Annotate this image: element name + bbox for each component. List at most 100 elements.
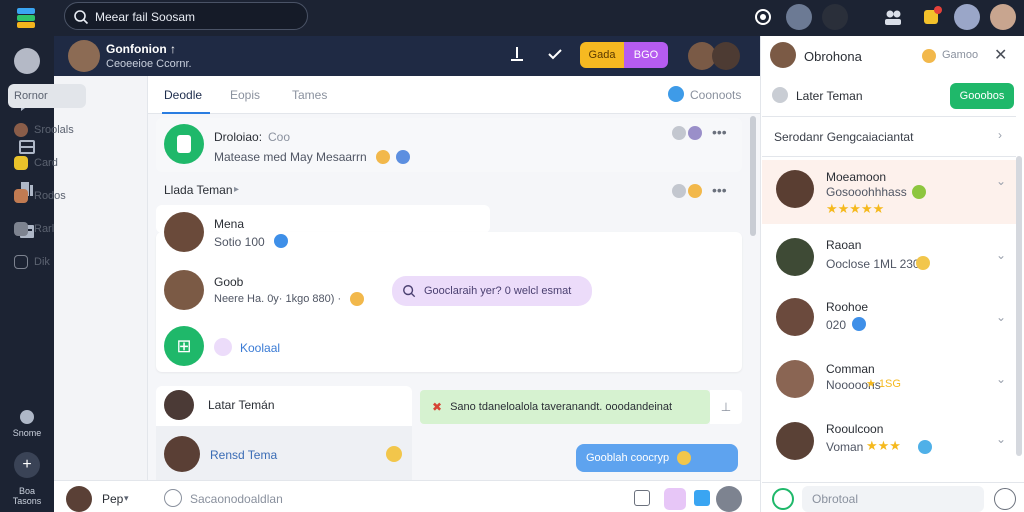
download-icon[interactable]	[508, 44, 526, 64]
avatar[interactable]	[786, 4, 812, 30]
avatar[interactable]	[164, 436, 200, 472]
main-scrollbar[interactable]	[750, 116, 756, 236]
chevron-down-icon[interactable]: ⌄	[996, 372, 1006, 386]
person-avatar[interactable]	[776, 238, 814, 276]
add-icon[interactable]: +	[14, 452, 40, 478]
panel-input[interactable]: Obrotoal	[802, 486, 984, 512]
panel-section[interactable]: Serodanr Gengcaiaciantat	[774, 130, 913, 144]
chevron-down-icon[interactable]: ⌄	[996, 432, 1006, 446]
person-avatar[interactable]	[776, 170, 814, 208]
contact-avatar[interactable]	[164, 212, 204, 252]
close-icon[interactable]: ✕	[994, 45, 1007, 65]
sticker-icon[interactable]	[664, 488, 686, 510]
contact-link[interactable]: Koolaal	[240, 341, 280, 355]
person-detail: Ooclose 1ML 230	[826, 257, 920, 271]
nav-item-rodos[interactable]: Rodos	[8, 184, 86, 208]
banner-text: Sano tdaneloalola taveranandt. ooodandei…	[450, 401, 673, 413]
nav-label: Rodos	[34, 190, 66, 202]
mention-icon[interactable]	[164, 489, 182, 507]
rail-label-home: Snome	[12, 428, 42, 438]
person-detail: Voman	[826, 440, 864, 454]
status-badge-orange[interactable]: Gada	[580, 42, 624, 68]
tab-eopis[interactable]: Eopis	[230, 88, 260, 102]
record-icon[interactable]	[750, 4, 776, 30]
tab-tames[interactable]: Tames	[292, 88, 327, 102]
panel-link[interactable]: Gamoo	[942, 49, 978, 61]
app-logo[interactable]	[14, 6, 40, 30]
more-icon[interactable]: •••	[712, 182, 727, 198]
check-icon[interactable]	[546, 44, 564, 64]
person-avatar[interactable]	[776, 422, 814, 460]
profile-avatar[interactable]	[14, 48, 40, 74]
thread-name-extra: Coo	[268, 130, 291, 144]
image-icon[interactable]	[634, 490, 650, 506]
contact-avatar[interactable]	[164, 270, 204, 310]
notification-icon[interactable]	[918, 4, 944, 30]
panel-avatar[interactable]	[770, 42, 796, 68]
contacts-link[interactable]: Coonoots	[690, 88, 741, 102]
nav-label: Rornor	[14, 90, 48, 102]
more-icon[interactable]: •••	[712, 124, 727, 140]
contact-detail: Sotio 100	[214, 235, 265, 249]
user-avatar[interactable]	[66, 486, 92, 512]
chevron-down-icon[interactable]: ⌄	[996, 310, 1006, 324]
message-banner[interactable]: ✖ Sano tdaneloalola taveranandt. ooodand…	[420, 390, 710, 424]
nav-item-rornor[interactable]: Rornor	[8, 84, 86, 108]
chevron-down-icon[interactable]: ⌄	[996, 248, 1006, 262]
emoji-picker-icon[interactable]	[772, 488, 794, 510]
back-icon[interactable]	[772, 87, 788, 103]
reaction-icon[interactable]	[688, 184, 702, 198]
emoji-icon	[677, 451, 692, 465]
green-action-button[interactable]: Gooobos	[950, 83, 1014, 109]
contact-detail: Neere Ha. 0y· 1kgo 880) ·	[214, 293, 342, 305]
panel-scrollbar[interactable]	[1016, 156, 1022, 456]
rating-stars: ★ 1SG	[866, 378, 901, 390]
nav-item-sroolals[interactable]: Sroolals	[8, 118, 86, 142]
composer-bar	[54, 480, 760, 512]
composer-user[interactable]: Pep	[102, 492, 123, 506]
nav-item-card[interactable]: Card	[8, 151, 86, 175]
pin-icon[interactable]: ⊥	[710, 390, 742, 424]
composer-input[interactable]: Sacaonodoaldlan	[190, 492, 283, 506]
mic-icon[interactable]	[716, 486, 742, 512]
divider	[762, 482, 1024, 483]
chevron-down-icon[interactable]: ⌄	[996, 174, 1006, 188]
avatar[interactable]	[822, 4, 848, 30]
verified-icon	[852, 317, 866, 331]
person-avatar[interactable]	[776, 360, 814, 398]
group-avatar[interactable]	[164, 124, 204, 164]
video-icon[interactable]	[694, 490, 710, 506]
emoji-icon	[376, 150, 390, 164]
later-label: Later Teman	[796, 89, 863, 103]
contacts-icon	[668, 86, 684, 102]
later-row-label[interactable]: Rensd Tema	[210, 448, 277, 462]
reaction-icon[interactable]	[688, 126, 702, 140]
nav-item-rarl[interactable]: Rarl	[8, 217, 86, 241]
avatar[interactable]	[712, 42, 740, 70]
reaction-icon[interactable]	[672, 126, 686, 140]
chat-avatar[interactable]	[68, 40, 100, 72]
emoji-icon	[396, 150, 410, 164]
group-avatar[interactable]: ⊞	[164, 326, 204, 366]
global-search-input[interactable]: Meear fail Soosam	[64, 2, 308, 30]
reaction-icon[interactable]	[672, 184, 686, 198]
divider	[762, 156, 1016, 157]
chevron-down-icon[interactable]: ▾	[124, 493, 129, 504]
avatar[interactable]	[954, 4, 980, 30]
timer-icon[interactable]	[994, 488, 1016, 510]
people-icon[interactable]	[880, 4, 906, 30]
message-pill[interactable]: Gooblah coocryp	[576, 444, 738, 472]
caret-icon[interactable]: ▸	[234, 184, 239, 195]
status-badge-purple[interactable]: BGO	[624, 42, 668, 68]
search-pill[interactable]: Gooclaraih yer? 0 welcl esmat	[392, 276, 592, 306]
nav-item-dik[interactable]: Dik	[8, 250, 86, 274]
tab-deodle[interactable]: Deodle	[164, 88, 202, 102]
tag-icon	[214, 338, 232, 356]
contact-name: Goob	[214, 275, 244, 289]
avatar[interactable]	[990, 4, 1016, 30]
avatar[interactable]	[164, 390, 194, 420]
message-pill-text: Gooblah coocryp	[586, 452, 670, 464]
help-icon[interactable]	[14, 404, 40, 430]
person-avatar[interactable]	[776, 298, 814, 336]
chevron-right-icon[interactable]: ›	[998, 128, 1002, 142]
